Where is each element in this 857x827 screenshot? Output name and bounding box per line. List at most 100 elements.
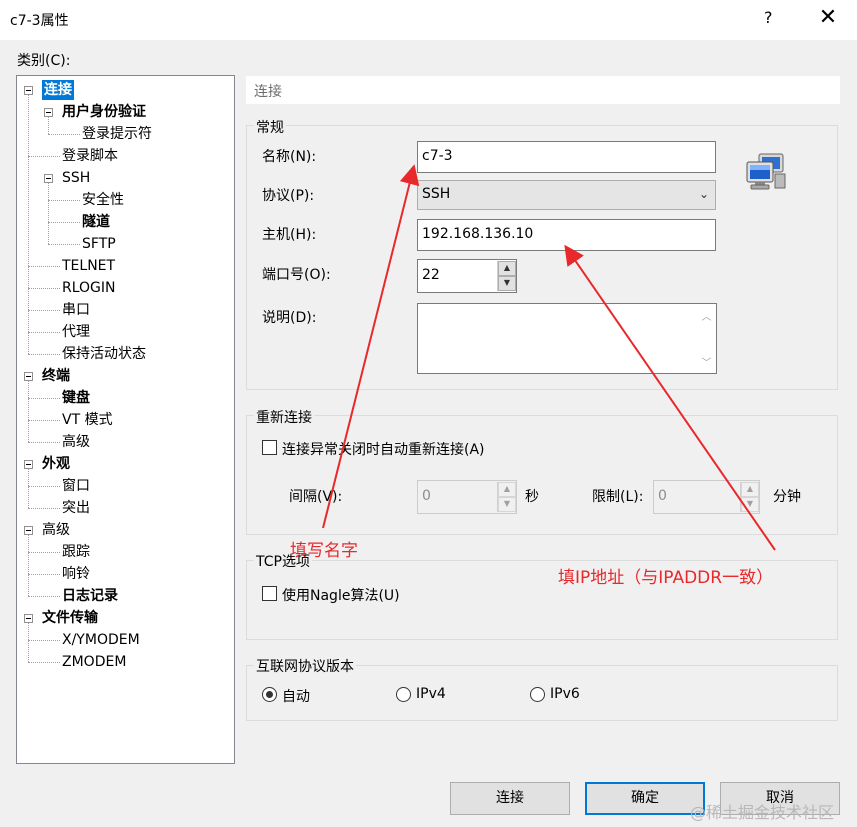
general-group-title: 常规 [254,117,286,137]
help-button[interactable]: ? [764,8,773,27]
spin-up-icon[interactable]: ▲ [498,482,516,497]
panel-header: 连接 [246,76,840,104]
nagle-label[interactable]: 使用Nagle算法(U) [282,585,400,605]
tree-guide-line [28,662,60,663]
tree-guide-line [28,535,29,596]
tree-guide-line [48,222,80,223]
tree-guide-line [28,552,60,553]
tree-guide-line [28,398,60,399]
category-label: 类别(C): [17,53,71,69]
annotation-fill-ip: 填IP地址（与IPADDR一致） [558,568,774,588]
tree-item-ssh[interactable]: SSH [62,168,90,188]
limit-spinner[interactable]: ▲ ▼ [740,482,759,512]
tree-item-terminal[interactable]: 终端 [42,366,70,386]
tree-item-terminal-advanced[interactable]: 高级 [62,432,90,452]
tree-item-vt-mode[interactable]: VT 模式 [62,410,113,430]
tree-collapse-icon[interactable] [44,174,53,183]
tree-guide-line [28,623,29,662]
tree-guide-line [48,244,80,245]
spin-down-icon[interactable]: ▼ [498,276,516,291]
name-label: 名称(N): [262,149,317,165]
radio-auto-label[interactable]: 自动 [282,686,310,706]
interval-spinner[interactable]: ▲ ▼ [497,482,516,512]
tree-guide-line [28,354,60,355]
scroll-up-icon[interactable]: ︿ [697,308,716,323]
tree-guide-line [28,156,60,157]
name-field[interactable]: c7-3 [417,141,716,173]
spin-down-icon[interactable]: ▼ [498,497,516,512]
tree-guide-line [48,183,49,244]
nagle-checkbox[interactable] [262,586,277,601]
port-label: 端口号(O): [262,267,331,283]
tree-item-highlight[interactable]: 突出 [62,498,90,518]
spin-up-icon[interactable]: ▲ [498,261,516,276]
window-title: c7-3属性 [10,13,69,29]
tree-guide-line [28,486,60,487]
auto-reconnect-label[interactable]: 连接异常关闭时自动重新连接(A) [282,439,485,459]
annotation-fill-name: 填写名字 [290,541,358,561]
tree-item-user-auth[interactable]: 用户身份验证 [62,102,146,122]
tree-collapse-icon[interactable] [24,526,33,535]
desc-scrollbar[interactable]: ︿ ﹀ [697,304,716,373]
tree-item-bell[interactable]: 响铃 [62,564,90,584]
watermark: @稀土掘金技术社区 [690,803,835,822]
tree-item-keyboard[interactable]: 键盘 [62,388,90,408]
limit-unit: 分钟 [773,489,801,505]
radio-ipv4[interactable] [396,687,411,702]
port-spinner[interactable]: ▲ ▼ [497,261,516,291]
tree-item-zmodem[interactable]: ZMODEM [62,652,126,672]
tree-guide-line [28,596,60,597]
tree-item-connection[interactable]: 连接 [42,80,74,100]
radio-ipv6[interactable] [530,687,545,702]
tree-collapse-icon[interactable] [24,372,33,381]
tree-guide-line [28,420,60,421]
tree-item-trace[interactable]: 跟踪 [62,542,90,562]
tree-item-tunnel[interactable]: 隧道 [82,212,110,232]
tree-guide-line [28,288,60,289]
tree-collapse-icon[interactable] [24,460,33,469]
ok-button[interactable]: 确定 [585,782,705,815]
tree-item-xymodem[interactable]: X/YMODEM [62,630,140,650]
tree-item-appearance[interactable]: 外观 [42,454,70,474]
network-computers-icon [745,152,789,192]
radio-ipv6-label[interactable]: IPv6 [550,686,580,702]
tree-guide-line [48,134,80,135]
connect-button[interactable]: 连接 [450,782,570,815]
tree-item-serial[interactable]: 串口 [62,300,90,320]
tree-item-logging[interactable]: 日志记录 [62,586,118,606]
tree-item-advanced[interactable]: 高级 [42,520,70,540]
tree-guide-line [28,332,60,333]
tree-item-window[interactable]: 窗口 [62,476,90,496]
category-tree[interactable]: 连接 用户身份验证 登录提示符 登录脚本 SSH 安全性 隧道 SFTP TELNET RLOGI… [16,75,235,764]
tree-item-telnet[interactable]: TELNET [62,256,115,276]
spin-down-icon[interactable]: ▼ [741,497,759,512]
protocol-label: 协议(P): [262,188,315,204]
tree-item-sftp[interactable]: SFTP [82,234,116,254]
close-button[interactable]: ✕ [816,5,840,30]
tree-collapse-icon[interactable] [24,86,33,95]
tree-collapse-icon[interactable] [24,614,33,623]
desc-label: 说明(D): [262,310,317,326]
tree-collapse-icon[interactable] [44,108,53,117]
auto-reconnect-checkbox[interactable] [262,440,277,455]
tree-guide-line [48,200,80,201]
reconnect-group-title: 重新连接 [254,407,314,427]
tree-item-security[interactable]: 安全性 [82,190,124,210]
radio-auto[interactable] [262,687,277,702]
tree-guide-line [28,574,60,575]
tree-item-keepalive[interactable]: 保持活动状态 [62,344,146,364]
tree-item-rlogin[interactable]: RLOGIN [62,278,116,298]
tree-guide-line [28,266,60,267]
tree-item-login-prompt[interactable]: 登录提示符 [82,124,152,144]
tree-item-file-transfer[interactable]: 文件传输 [42,608,98,628]
limit-label: 限制(L): [592,489,644,505]
desc-textarea[interactable]: ︿ ﹀ [417,303,717,374]
tree-item-login-script[interactable]: 登录脚本 [62,146,118,166]
reconnect-group [246,415,838,535]
spin-up-icon[interactable]: ▲ [741,482,759,497]
protocol-select[interactable]: SSH ⌄ [417,180,716,210]
tree-item-proxy[interactable]: 代理 [62,322,90,342]
host-field[interactable]: 192.168.136.10 [417,219,716,251]
radio-ipv4-label[interactable]: IPv4 [416,686,446,702]
scroll-down-icon[interactable]: ﹀ [697,354,716,369]
